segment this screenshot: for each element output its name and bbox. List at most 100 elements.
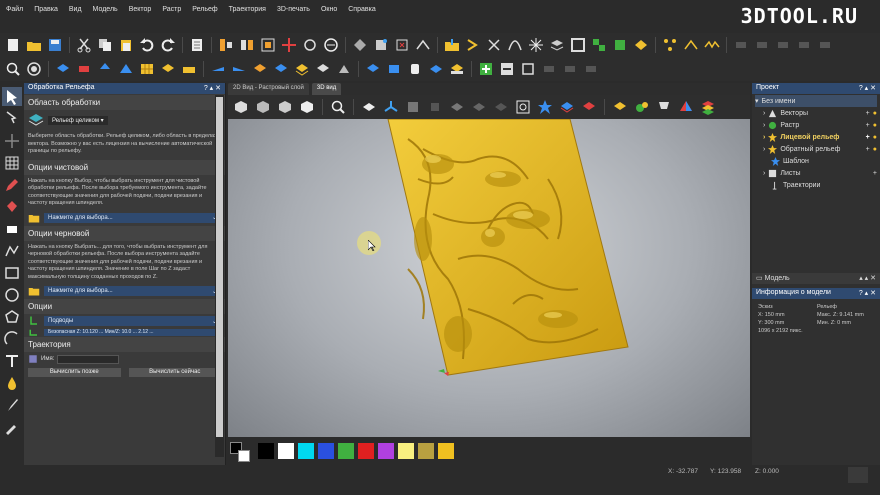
area-section-header[interactable]: Область обработки [24, 95, 225, 110]
color-swatch-blue[interactable] [318, 443, 334, 459]
disabled-tool-icon[interactable] [795, 36, 813, 54]
name-input[interactable] [57, 354, 120, 364]
bulb-icon[interactable]: ● [873, 110, 877, 117]
zoom-icon[interactable] [4, 60, 22, 78]
transform-icon[interactable] [485, 36, 503, 54]
circle-icon[interactable] [2, 285, 22, 304]
disabled-tool-icon[interactable] [774, 36, 792, 54]
add-green-icon[interactable] [477, 60, 495, 78]
undo-icon[interactable] [138, 36, 156, 54]
tree-item-front-relief[interactable]: › Лицевой рельеф + ● [755, 131, 877, 143]
cube-top-icon[interactable] [254, 98, 272, 116]
green-blocks-icon[interactable] [590, 36, 608, 54]
disabled-tool-icon[interactable] [561, 60, 579, 78]
relief-stack-icon[interactable] [159, 60, 177, 78]
vector-join-icon[interactable] [414, 36, 432, 54]
pipette-icon[interactable] [2, 417, 22, 436]
frame-icon[interactable] [569, 36, 587, 54]
color-swatch-white[interactable] [278, 443, 294, 459]
tree-item-template[interactable]: Шаблон [755, 155, 877, 167]
tree-item-root[interactable]: ▾ Без имени [755, 95, 877, 107]
paste-icon[interactable] [117, 36, 135, 54]
cube-front-icon[interactable] [276, 98, 294, 116]
vector-close-icon[interactable] [393, 36, 411, 54]
polygon-icon[interactable] [2, 307, 22, 326]
add-icon[interactable]: + [866, 122, 870, 129]
bulb-icon[interactable]: ● [873, 146, 877, 153]
move-icon[interactable] [280, 36, 298, 54]
relief-flat-icon[interactable] [180, 60, 198, 78]
arc-icon[interactable] [2, 329, 22, 348]
model-info-controls[interactable]: ? ▴ ✕ [859, 289, 876, 297]
relief-bevel-icon[interactable] [335, 60, 353, 78]
mirror-icon[interactable] [238, 36, 256, 54]
finish-tool-select[interactable]: Нажмите для выбора...⌄ [44, 212, 221, 223]
menu-model[interactable]: Модель [93, 4, 118, 16]
blue-plate-icon[interactable] [558, 98, 576, 116]
calculate-later-button[interactable]: Вычислить позже [28, 368, 121, 377]
eraser-icon[interactable] [2, 219, 22, 238]
color-swatch-black[interactable] [258, 443, 274, 459]
shell-icon[interactable] [25, 60, 43, 78]
vector-node-icon[interactable] [351, 36, 369, 54]
vector-edit-icon[interactable] [372, 36, 390, 54]
relief-sculpt-icon[interactable] [117, 60, 135, 78]
menu-window[interactable]: Окно [321, 4, 337, 16]
select-arrow-icon[interactable] [2, 87, 22, 106]
yellow-diamond-icon[interactable] [632, 36, 650, 54]
relief-blue-icon[interactable] [54, 60, 72, 78]
color-swatch-cyan[interactable] [298, 443, 314, 459]
gold-plate-icon[interactable] [611, 98, 629, 116]
relief-merge-icon[interactable] [272, 60, 290, 78]
chevron-icon[interactable] [464, 36, 482, 54]
menu-view[interactable]: Вид [69, 4, 82, 16]
wave-icon[interactable] [703, 36, 721, 54]
relief-tilt-icon[interactable] [209, 60, 227, 78]
menu-vector[interactable]: Вектор [129, 4, 152, 16]
axes-icon[interactable] [382, 98, 400, 116]
relief-tilt2-icon[interactable] [230, 60, 248, 78]
align-icon[interactable] [217, 36, 235, 54]
node-edit-icon[interactable] [2, 109, 22, 128]
curve-icon[interactable] [506, 36, 524, 54]
safe-z-select[interactable]: Безопасная Z: 10.120 ... Мин/Z: 10.0 ...… [44, 328, 221, 336]
open-folder-icon[interactable] [25, 36, 43, 54]
tab-2d-view[interactable]: 2D Вид - Растровый слой [228, 83, 309, 95]
shade-icon[interactable] [426, 98, 444, 116]
drop-icon[interactable] [2, 373, 22, 392]
add-icon[interactable]: + [866, 134, 870, 141]
menu-file[interactable]: Файл [6, 4, 23, 16]
relief-gold-icon[interactable] [448, 60, 466, 78]
color-swatch-purple[interactable] [378, 443, 394, 459]
document-icon[interactable] [188, 36, 206, 54]
import-folder-icon[interactable] [443, 36, 461, 54]
menu-toolpath[interactable]: Траектория [229, 4, 266, 16]
disabled-tool-icon[interactable] [582, 60, 600, 78]
relief-box2-icon[interactable] [385, 60, 403, 78]
area-select[interactable]: Рельеф целиком ▾ [48, 115, 108, 125]
red-plate-icon[interactable] [580, 98, 598, 116]
color-balls-icon[interactable] [633, 98, 651, 116]
shade3-icon[interactable] [470, 98, 488, 116]
copy-icon[interactable] [96, 36, 114, 54]
save-icon[interactable] [46, 36, 64, 54]
tab-3d-view[interactable]: 3D вид [311, 83, 342, 95]
finish-section-header[interactable]: Опции чистовой [24, 159, 225, 175]
status-icon[interactable] [848, 467, 868, 483]
color-swatch-gold[interactable] [438, 443, 454, 459]
relief-red-icon[interactable] [75, 60, 93, 78]
bulb-icon[interactable]: ● [873, 134, 877, 141]
cube-side-icon[interactable] [298, 98, 316, 116]
relief-plate-icon[interactable] [427, 60, 445, 78]
tree-item-sheets[interactable]: › Листы + [755, 167, 877, 179]
cut-icon[interactable] [75, 36, 93, 54]
pencil-icon[interactable] [2, 175, 22, 194]
rotate-view-icon[interactable] [514, 98, 532, 116]
minus-icon[interactable] [498, 60, 516, 78]
square-outline-icon[interactable] [519, 60, 537, 78]
project-panel-controls[interactable]: ? ▴ ✕ [859, 84, 876, 93]
color-swatch-red[interactable] [358, 443, 374, 459]
toolpath-section-header[interactable]: Траектория [24, 337, 225, 352]
menu-3d-print[interactable]: 3D-печать [277, 4, 310, 16]
tree-item-raster[interactable]: › Растр + ● [755, 119, 877, 131]
